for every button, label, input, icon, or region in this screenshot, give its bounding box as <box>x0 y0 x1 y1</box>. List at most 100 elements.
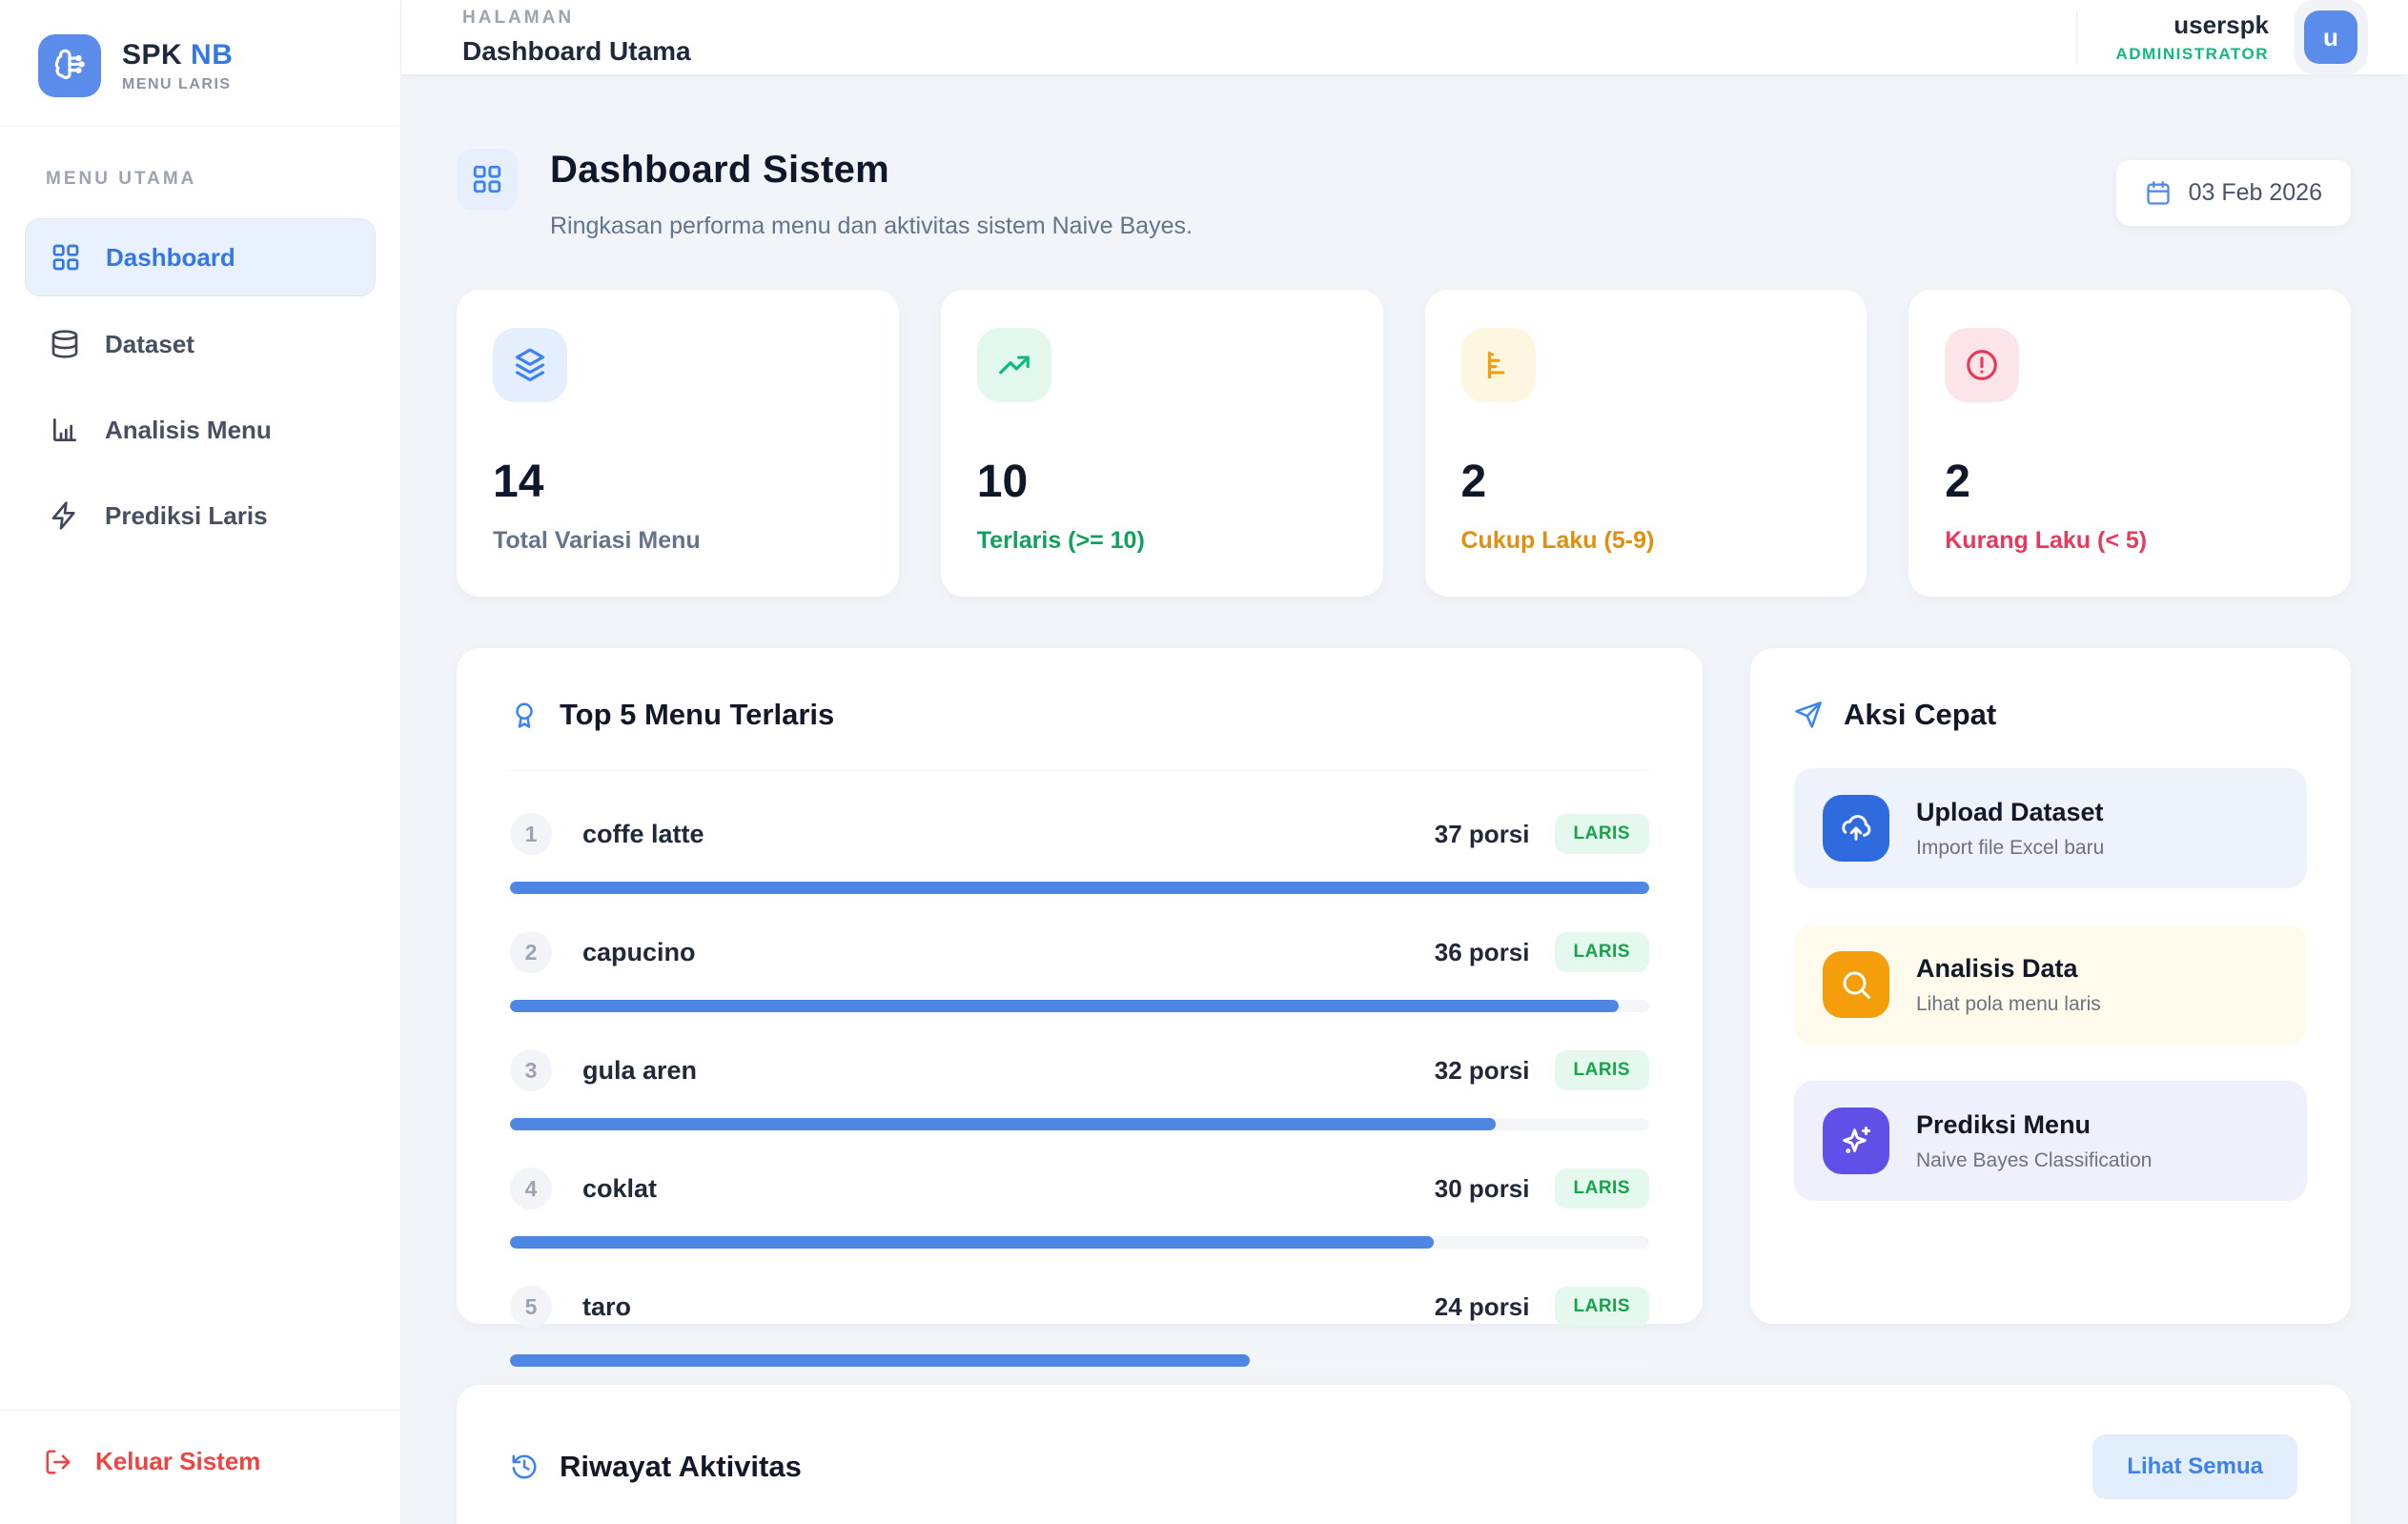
menu-name: coffe latte <box>582 820 704 849</box>
rank-badge: 1 <box>510 813 552 855</box>
menu-qty: 24 porsi <box>1435 1292 1530 1322</box>
avatar[interactable]: u <box>2294 0 2368 74</box>
top5-panel: Top 5 Menu Terlaris 1 coffe latte 37 por… <box>457 648 1703 1324</box>
date-text: 03 Feb 2026 <box>2189 179 2322 207</box>
brand-title: SPK NB <box>122 39 233 71</box>
dashboard-grid-icon <box>457 149 518 210</box>
rank-badge: 3 <box>510 1049 552 1091</box>
quick-action-analisis-data[interactable]: Analisis Data Lihat pola menu laris <box>1794 925 2307 1045</box>
menu-row: 3 gula aren 32 porsi LARIS <box>510 1049 1649 1130</box>
main-area: HALAMAN Dashboard Utama userspk ADMINIST… <box>401 0 2408 1524</box>
status-badge: LARIS <box>1555 1050 1650 1090</box>
quick-actions-panel: Aksi Cepat Upload Dataset Import file Ex… <box>1750 648 2351 1324</box>
content: Dashboard Sistem Ringkasan performa menu… <box>401 74 2408 1524</box>
grid-icon <box>51 242 81 273</box>
top5-list: 1 coffe latte 37 porsi LARIS <box>510 813 1649 1367</box>
horizontal-bars-icon <box>1461 328 1536 402</box>
view-all-button[interactable]: Lihat Semua <box>2092 1434 2297 1499</box>
page-subtitle: Ringkasan performa menu dan aktivitas si… <box>550 213 1193 240</box>
menu-name: taro <box>582 1292 631 1322</box>
sidebar-nav: Dashboard Dataset <box>25 218 376 554</box>
logout-icon <box>44 1448 72 1476</box>
trending-up-icon <box>977 328 1051 402</box>
stat-label: Cukup Laku (5-9) <box>1461 527 1831 555</box>
stat-label: Total Variasi Menu <box>493 527 863 555</box>
sidebar-item-label: Analisis Menu <box>105 416 272 445</box>
quick-action-upload-dataset[interactable]: Upload Dataset Import file Excel baru <box>1794 768 2307 888</box>
stat-value: 14 <box>493 456 863 508</box>
menu-name: gula aren <box>582 1056 697 1086</box>
sidebar-item-label: Prediksi Laris <box>105 501 268 531</box>
quick-action-prediksi-menu[interactable]: Prediksi Menu Naive Bayes Classification <box>1794 1081 2307 1201</box>
stat-card-kurang-laku: 2 Kurang Laku (< 5) <box>1908 290 2351 597</box>
rank-badge: 4 <box>510 1168 552 1209</box>
progress-fill <box>510 1118 1496 1130</box>
logout-button[interactable]: Keluar Sistem <box>44 1447 357 1476</box>
menu-name: coklat <box>582 1174 657 1204</box>
stat-label: Kurang Laku (< 5) <box>1945 527 2315 555</box>
topbar-title: Dashboard Utama <box>462 36 691 67</box>
action-subtitle: Import file Excel baru <box>1916 837 2104 860</box>
action-subtitle: Lihat pola menu laris <box>1916 993 2101 1016</box>
sidebar-item-label: Dataset <box>105 330 194 359</box>
stat-cards: 14 Total Variasi Menu 10 Terlaris (>= 10… <box>457 290 2351 597</box>
rank-badge: 5 <box>510 1286 552 1328</box>
date-badge: 03 Feb 2026 <box>2116 160 2351 226</box>
sidebar-item-label: Dashboard <box>106 243 235 273</box>
sparkles-icon <box>1823 1107 1889 1174</box>
sidebar-item-dashboard[interactable]: Dashboard <box>25 218 376 296</box>
user-name: userspk <box>2115 10 2269 40</box>
calendar-icon <box>2145 180 2172 207</box>
search-icon <box>1823 951 1889 1018</box>
menu-row: 1 coffe latte 37 porsi LARIS <box>510 813 1649 894</box>
action-title: Analisis Data <box>1916 954 2101 984</box>
brand-subtitle: MENU LARIS <box>122 76 233 93</box>
top5-title: Top 5 Menu Terlaris <box>560 698 834 732</box>
activity-panel: Riwayat Aktivitas Lihat Semua <box>457 1385 2351 1524</box>
history-icon <box>510 1453 539 1481</box>
menu-qty: 32 porsi <box>1435 1056 1530 1086</box>
stat-card-cukup-laku: 2 Cukup Laku (5-9) <box>1425 290 1867 597</box>
menu-qty: 37 porsi <box>1435 820 1530 849</box>
progress-fill <box>510 882 1649 894</box>
app-root: SPK NB MENU LARIS MENU UTAMA Dashboard <box>0 0 2408 1524</box>
sidebar-item-dataset[interactable]: Dataset <box>25 306 376 382</box>
sidebar-item-analisis-menu[interactable]: Analisis Menu <box>25 392 376 468</box>
upload-cloud-icon <box>1823 795 1889 862</box>
alert-circle-icon <box>1945 328 2019 402</box>
menu-row: 5 taro 24 porsi LARIS <box>510 1286 1649 1367</box>
menu-qty: 36 porsi <box>1435 938 1530 967</box>
page-eyebrow: HALAMAN <box>462 8 691 29</box>
quick-actions-title: Aksi Cepat <box>1844 698 1996 732</box>
menu-row: 2 capucino 36 porsi LARIS <box>510 931 1649 1012</box>
stat-card-total-variasi: 14 Total Variasi Menu <box>457 290 899 597</box>
action-title: Upload Dataset <box>1916 798 2104 827</box>
logout-label: Keluar Sistem <box>95 1447 260 1476</box>
page-head: Dashboard Sistem Ringkasan performa menu… <box>457 149 2351 240</box>
database-icon <box>50 329 80 359</box>
user-menu[interactable]: userspk ADMINISTRATOR u <box>2076 0 2368 74</box>
bar-chart-icon <box>50 415 80 445</box>
action-subtitle: Naive Bayes Classification <box>1916 1149 2152 1172</box>
sidebar: SPK NB MENU LARIS MENU UTAMA Dashboard <box>0 0 401 1524</box>
sidebar-item-prediksi-laris[interactable]: Prediksi Laris <box>25 478 376 554</box>
stat-value: 2 <box>1945 456 2315 508</box>
stat-value: 10 <box>977 456 1347 508</box>
progress-fill <box>510 1354 1250 1367</box>
brand: SPK NB MENU LARIS <box>0 0 400 127</box>
menu-qty: 30 porsi <box>1435 1174 1530 1204</box>
progress-fill <box>510 1000 1619 1012</box>
zap-icon <box>50 500 80 531</box>
status-badge: LARIS <box>1555 1168 1650 1209</box>
activity-title: Riwayat Aktivitas <box>560 1450 802 1484</box>
stat-label: Terlaris (>= 10) <box>977 527 1347 555</box>
status-badge: LARIS <box>1555 932 1650 972</box>
stat-value: 2 <box>1461 456 1831 508</box>
avatar-initial: u <box>2304 10 2357 64</box>
progress-fill <box>510 1236 1434 1249</box>
progress-track <box>510 882 1649 894</box>
progress-track <box>510 1000 1649 1012</box>
action-title: Prediksi Menu <box>1916 1110 2152 1140</box>
page-title: Dashboard Sistem <box>550 149 1193 192</box>
rank-badge: 2 <box>510 931 552 973</box>
